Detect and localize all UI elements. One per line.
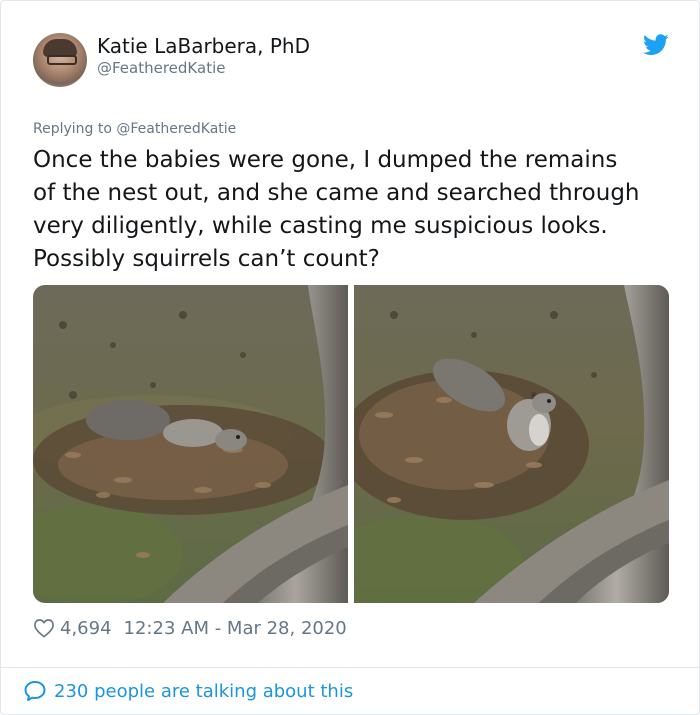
tweet-text-line: Once the babies were gone, I dumped the … (33, 147, 618, 173)
footer-divider (1, 667, 699, 668)
tweet-text-line: Possibly squirrels can’t count? (33, 246, 380, 272)
squirrel-photo-2[interactable] (354, 285, 669, 603)
author-display-name[interactable]: Katie LaBarbera, PhD (97, 34, 310, 58)
tweet-card: Katie LaBarbera, PhD @FeatheredKatie Rep… (0, 0, 700, 715)
avatar-glasses (47, 55, 77, 65)
author-avatar[interactable] (33, 33, 87, 87)
replying-prefix: Replying to (33, 121, 112, 137)
twitter-bird-icon[interactable] (643, 34, 669, 56)
author-handle[interactable]: @FeatheredKatie (97, 59, 225, 77)
tweet-text-line: of the nest out, and she came and search… (33, 180, 640, 206)
tweet-text-line: very diligently, while casting me suspic… (33, 213, 608, 239)
squirrel-photo-1[interactable] (33, 285, 348, 603)
conversation-link[interactable]: 230 people are talking about this (23, 678, 353, 704)
tweet-meta: 4,694 12:23 AM - Mar 28, 2020 (33, 616, 347, 640)
replying-target-link[interactable]: @FeatheredKatie (116, 121, 236, 137)
like-count[interactable]: 4,694 (60, 618, 112, 639)
tweet-text: Once the babies were gone, I dumped the … (33, 144, 673, 276)
replying-to: Replying to @FeatheredKatie (33, 121, 236, 137)
media-grid (33, 285, 669, 603)
speech-bubble-icon (24, 681, 46, 701)
tweet-timestamp[interactable]: 12:23 AM - Mar 28, 2020 (124, 618, 347, 639)
conversation-text[interactable]: 230 people are talking about this (54, 681, 353, 702)
heart-icon[interactable] (33, 618, 55, 638)
